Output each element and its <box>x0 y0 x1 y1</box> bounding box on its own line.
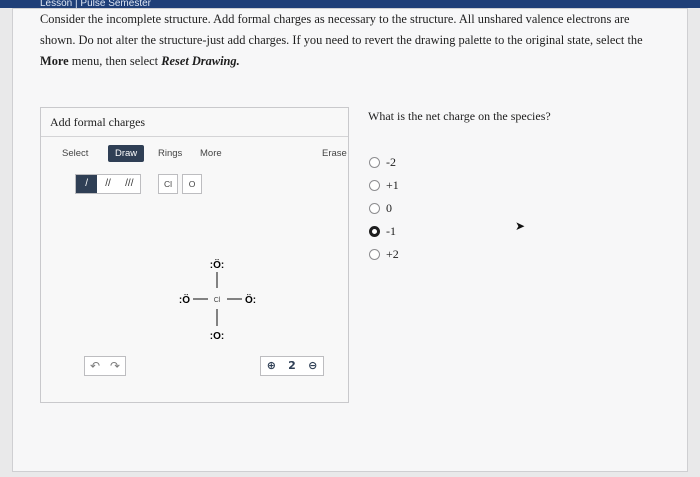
chlorine-center: Cl <box>214 297 221 304</box>
oxygen-right: Ö: <box>245 293 256 306</box>
more-word: More <box>40 54 69 68</box>
drawing-panel: Add formal charges Select Draw Rings Mor… <box>40 107 349 403</box>
question-line-1: Consider the incomplete structure. Add f… <box>40 12 630 26</box>
menu-text: menu, then select <box>68 54 162 68</box>
option-label: +1 <box>386 178 399 192</box>
radio-button[interactable] <box>369 157 380 168</box>
option-label: -1 <box>386 224 396 238</box>
reset-zoom-icon[interactable]: 2 <box>282 357 303 375</box>
radio-button[interactable] <box>369 180 380 191</box>
question-line-3: More menu, then select Reset Drawing. <box>40 51 660 72</box>
question-line-2: shown. Do not alter the structure-just a… <box>40 33 643 47</box>
option-label: 0 <box>386 201 392 215</box>
zoom-in-icon[interactable]: ⊕ <box>261 357 282 375</box>
top-tab[interactable]: Lesson | Pulse Semester <box>40 0 160 8</box>
radio-button[interactable] <box>369 203 380 214</box>
oxygen-bottom: :O: <box>210 331 224 342</box>
mouse-cursor-icon: ➤ <box>515 219 526 233</box>
oxygen-top: :Ö: <box>210 258 224 271</box>
option-plus-2[interactable]: +2 <box>369 247 399 262</box>
zoom-group: ⊕ 2 ⊖ <box>260 356 324 376</box>
option-0[interactable]: 0 <box>369 201 392 216</box>
undo-icon[interactable]: ↶ <box>85 357 105 375</box>
radio-button-selected[interactable] <box>369 226 380 237</box>
zoom-out-icon[interactable]: ⊖ <box>302 357 323 375</box>
redo-icon[interactable]: ↷ <box>105 357 125 375</box>
net-charge-question: What is the net charge on the species? <box>368 109 551 123</box>
reset-drawing-word: Reset Drawing. <box>161 54 240 68</box>
question-card: Consider the incomplete structure. Add f… <box>12 8 688 472</box>
option-label: -2 <box>386 155 396 169</box>
oxygen-left: :Ö <box>179 293 190 306</box>
option-minus-2[interactable]: -2 <box>369 155 396 170</box>
option-plus-1[interactable]: +1 <box>369 178 399 193</box>
option-label: +2 <box>386 247 399 261</box>
question-text: Consider the incomplete structure. Add f… <box>40 9 660 72</box>
radio-button[interactable] <box>369 249 380 260</box>
undo-redo-group: ↶ ↷ <box>84 356 126 376</box>
option-minus-1[interactable]: -1 <box>369 224 396 239</box>
